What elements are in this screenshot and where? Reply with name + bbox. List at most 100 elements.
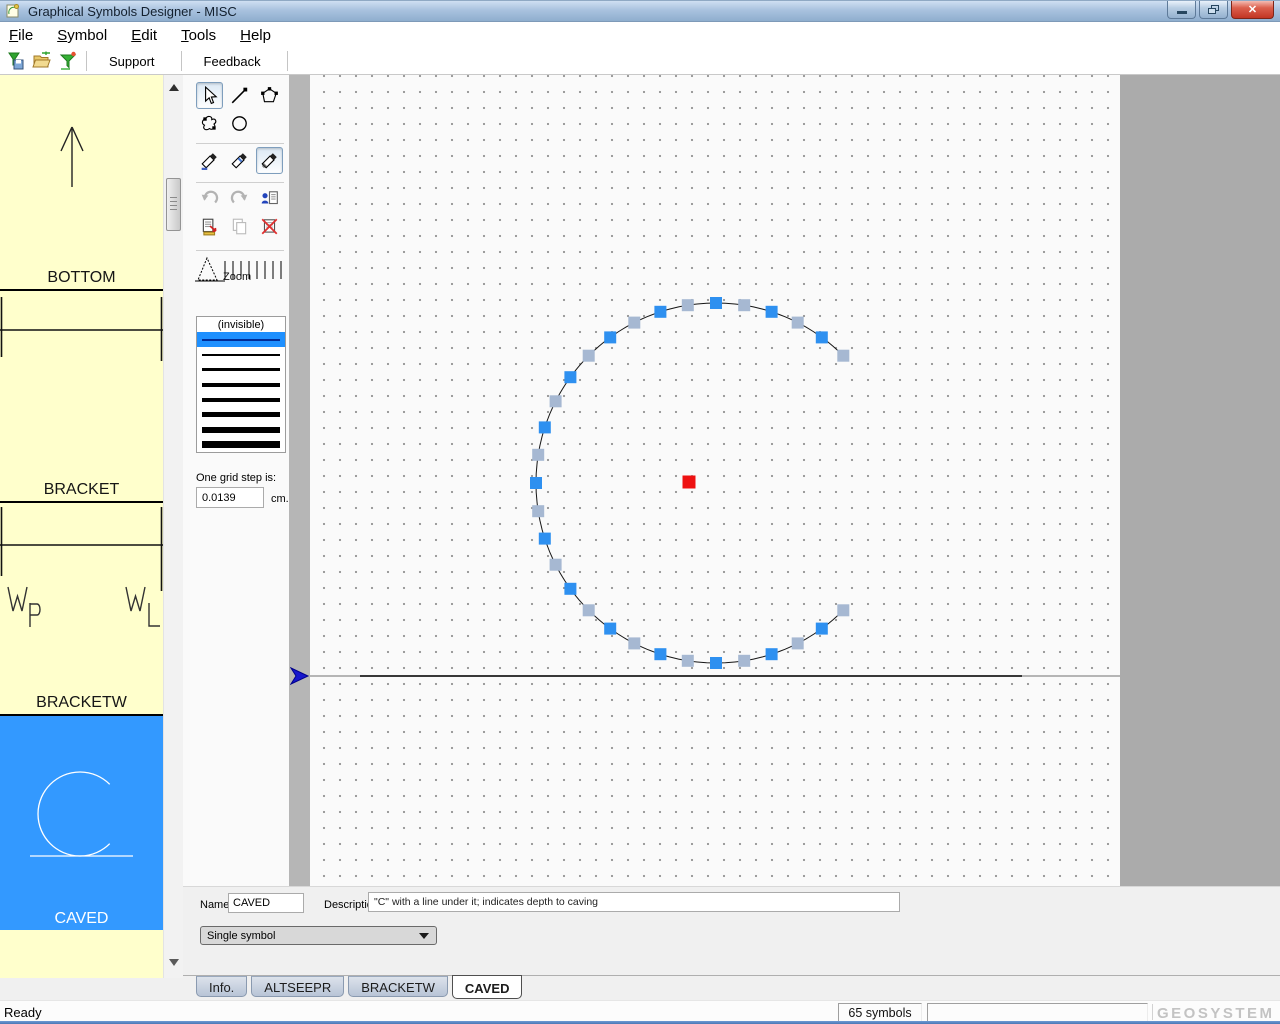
line-width-sample	[202, 354, 280, 356]
curve-anchor-handle[interactable]	[710, 657, 722, 669]
tool-separator	[196, 182, 284, 183]
curve-control-handle[interactable]	[682, 299, 694, 311]
status-separator	[1152, 1004, 1153, 1020]
hatch-fill-tool[interactable]	[256, 147, 283, 174]
menu-tools[interactable]: Tools	[176, 25, 221, 46]
curve-control-handle[interactable]	[628, 637, 640, 649]
fill-tool[interactable]	[196, 147, 223, 174]
curve-anchor-handle[interactable]	[564, 583, 576, 595]
curve-control-handle[interactable]	[738, 299, 750, 311]
curve-control-handle[interactable]	[532, 505, 544, 517]
baseline-pointer-icon[interactable]	[290, 667, 310, 685]
tab-bracketw[interactable]: BRACKETW	[348, 976, 448, 997]
export-symbol-icon	[200, 217, 219, 236]
curve-control-handle[interactable]	[682, 655, 694, 667]
replace-symbol-icon	[260, 189, 279, 208]
curve-anchor-handle[interactable]	[766, 648, 778, 660]
symbol-list-scrollbar[interactable]	[163, 75, 183, 978]
scroll-up-icon[interactable]	[169, 84, 179, 91]
export-symbol-button[interactable]	[196, 213, 223, 240]
tab-bar-tabs: Info.ALTSEEPRBRACKETWCAVED	[183, 976, 1280, 999]
line-width-option[interactable]	[197, 407, 285, 422]
select-tool[interactable]	[196, 82, 223, 109]
curve-anchor-handle[interactable]	[710, 297, 722, 309]
symbol-type-dropdown[interactable]: Single symbol	[200, 926, 437, 945]
line-width-list[interactable]: (invisible)	[196, 316, 286, 453]
replace-symbol-button[interactable]	[256, 185, 283, 212]
curve-control-handle[interactable]	[532, 449, 544, 461]
curve-control-handle[interactable]	[628, 317, 640, 329]
minimize-button[interactable]	[1167, 1, 1196, 19]
curve-control-handle[interactable]	[792, 637, 804, 649]
ellipse-tool[interactable]	[226, 110, 253, 137]
curve-anchor-handle[interactable]	[539, 533, 551, 545]
symbol-center-marker[interactable]	[683, 476, 696, 489]
pen-tool[interactable]	[226, 147, 253, 174]
curve-anchor-handle[interactable]	[654, 306, 666, 318]
scrollbar-thumb[interactable]	[166, 178, 181, 231]
name-input[interactable]	[228, 893, 304, 913]
fill-marker-icon	[200, 151, 219, 170]
tab-altseepr[interactable]: ALTSEEPR	[251, 976, 344, 997]
feedback-button[interactable]: Feedback	[186, 50, 279, 73]
close-icon: ✕	[1248, 3, 1257, 16]
filter-symbols-icon[interactable]	[58, 51, 78, 71]
line-width-invisible-option[interactable]: (invisible)	[197, 317, 285, 332]
redo-button[interactable]	[226, 185, 253, 212]
curve-anchor-handle[interactable]	[564, 371, 576, 383]
curve-control-handle[interactable]	[583, 604, 595, 616]
close-button[interactable]: ✕	[1231, 1, 1274, 19]
line-width-option[interactable]	[197, 422, 285, 437]
curve-anchor-handle[interactable]	[604, 623, 616, 635]
symbol-item-caved[interactable]: CAVED	[0, 716, 163, 930]
save-symbol-icon[interactable]	[6, 51, 26, 71]
curve-anchor-handle[interactable]	[604, 331, 616, 343]
curve-control-handle[interactable]	[738, 655, 750, 667]
description-input[interactable]	[368, 892, 900, 912]
canvas-drawing	[310, 75, 1120, 886]
curve-control-handle[interactable]	[837, 350, 849, 362]
tab-caved[interactable]: CAVED	[452, 975, 523, 999]
curve-anchor-handle[interactable]	[654, 648, 666, 660]
curve-control-handle[interactable]	[792, 317, 804, 329]
delete-symbol-button[interactable]	[256, 213, 283, 240]
scroll-down-icon[interactable]	[169, 959, 179, 966]
curve-anchor-handle[interactable]	[539, 421, 551, 433]
curve-anchor-handle[interactable]	[816, 331, 828, 343]
curve-control-handle[interactable]	[837, 604, 849, 616]
curve-anchor-handle[interactable]	[530, 477, 542, 489]
maximize-button[interactable]	[1199, 1, 1228, 19]
line-tool[interactable]	[226, 82, 253, 109]
symbol-item-bracket[interactable]: BRACKET	[0, 291, 163, 503]
line-width-option[interactable]	[197, 332, 285, 347]
line-width-option[interactable]	[197, 347, 285, 362]
line-width-option[interactable]	[197, 437, 285, 452]
grid-step-input[interactable]	[196, 487, 264, 508]
menu-help[interactable]: Help	[235, 25, 276, 46]
curve-control-handle[interactable]	[550, 559, 562, 571]
curve-control-handle[interactable]	[550, 395, 562, 407]
line-width-option[interactable]	[197, 392, 285, 407]
tab-info[interactable]: Info.	[196, 976, 247, 997]
canvas[interactable]	[310, 75, 1120, 886]
support-button[interactable]: Support	[91, 50, 173, 73]
menu-symbol[interactable]: Symbol	[52, 25, 112, 46]
line-width-option[interactable]	[197, 377, 285, 392]
curve-anchor-handle[interactable]	[816, 623, 828, 635]
undo-button[interactable]	[196, 185, 223, 212]
open-folder-icon[interactable]	[32, 51, 52, 71]
menu-edit[interactable]: Edit	[126, 25, 162, 46]
curve-control-handle[interactable]	[583, 350, 595, 362]
caved-glyph	[0, 716, 163, 930]
symbol-item-bottom[interactable]: BOTTOM	[0, 75, 163, 291]
polygon-tool[interactable]	[256, 82, 283, 109]
curve-anchor-handle[interactable]	[766, 306, 778, 318]
line-width-option[interactable]	[197, 362, 285, 377]
chevron-down-icon	[419, 933, 429, 939]
copy-button[interactable]	[226, 213, 253, 240]
toolbar-separator	[287, 51, 288, 71]
tool-separator	[196, 143, 284, 144]
freeform-tool[interactable]	[196, 110, 223, 137]
menu-file[interactable]: File	[4, 25, 38, 46]
symbol-item-bracketw[interactable]: BRACKETW	[0, 503, 163, 716]
